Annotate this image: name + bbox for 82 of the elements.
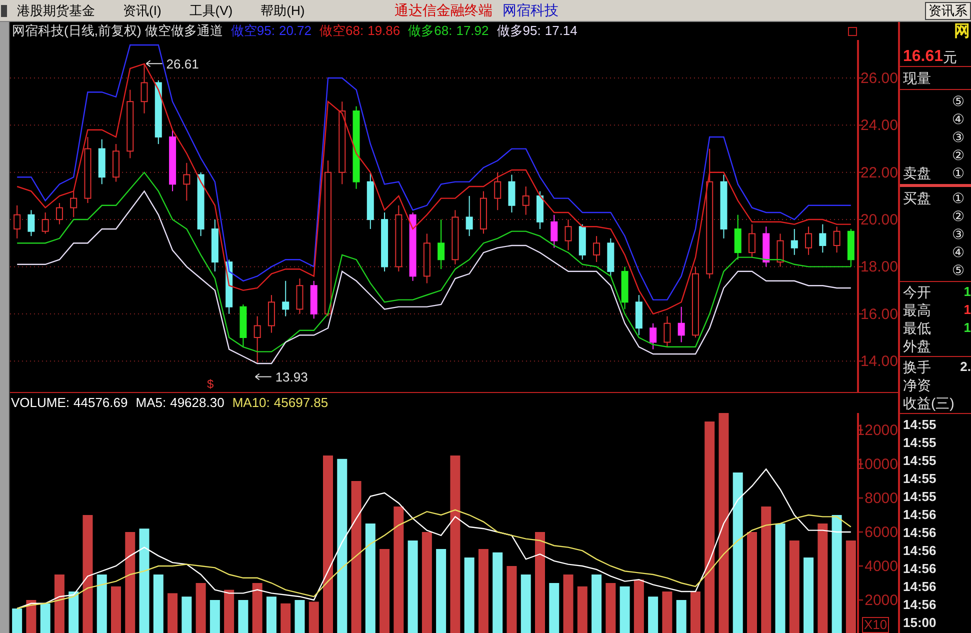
level-number: ③ [952, 225, 965, 243]
field-label: 最低 [903, 319, 931, 337]
trade-time: 14:56 [902, 506, 938, 524]
level-number: ③ [952, 128, 965, 146]
trade-time: 14:55 [902, 434, 938, 452]
stock-name: 网宿科技 [502, 1, 559, 20]
price-unit: 元 [943, 48, 958, 66]
legend-value: 49628.30 [170, 394, 224, 412]
level-number: ② [952, 207, 965, 225]
app-icon [1, 4, 7, 16]
axis-label: 6000 [864, 524, 898, 541]
news-button[interactable]: 资讯系 [925, 2, 971, 20]
trade-time: 14:56 [902, 596, 938, 614]
legend-label: VOLUME: [11, 394, 70, 412]
level-number: ① [952, 189, 965, 207]
trade-time: 14:56 [902, 542, 938, 560]
scale-label: X10 [862, 617, 890, 633]
axis-label: 12000 [856, 422, 898, 439]
menu-item[interactable]: 港股期货基金 [17, 0, 95, 20]
field-label: 现量 [903, 69, 931, 87]
trade-time: 14:56 [902, 578, 938, 596]
trade-time: 14:55 [902, 470, 938, 488]
legend-value: 17.92 [456, 22, 489, 40]
axis-label: 2000 [864, 592, 898, 609]
axis-label: 4000 [864, 558, 898, 575]
trade-time: 14:55 [902, 416, 938, 434]
field-label: 卖盘 [903, 164, 931, 182]
chart-title: 网宿科技(日线,前复权) 做空做多通道 [12, 22, 223, 40]
field-label: 收益(三) [903, 394, 954, 412]
legend-label: MA5: [136, 394, 166, 412]
axis-label: 26.00 [860, 70, 898, 87]
field-value: 1 [964, 283, 971, 301]
axis-label: 16.00 [860, 306, 898, 323]
field-label: 最高 [903, 301, 931, 319]
axis-label: 24.00 [860, 117, 898, 134]
field-label: 净资 [903, 376, 931, 394]
legend-value: 45697.85 [274, 394, 328, 412]
axis-label: 18.00 [860, 258, 898, 276]
field-label: 今开 [903, 283, 931, 301]
signal-mark: $ [207, 378, 214, 390]
legend-value: 44576.69 [74, 394, 128, 412]
legend-label: MA10: [232, 394, 270, 412]
trade-time: 14:55 [902, 452, 938, 470]
level-number: ④ [952, 110, 965, 128]
level-number: ⑤ [952, 261, 965, 279]
app-title: 通达信金融终端 [394, 1, 493, 20]
level-number: ④ [952, 243, 965, 261]
legend-value: 17.14 [544, 22, 578, 40]
low-price-label: 13.93 [254, 370, 308, 385]
price-value: 16.61 [903, 48, 944, 66]
level-number: ① [952, 164, 965, 182]
legend-label: 做多95: [496, 22, 541, 40]
legend-value: 19.86 [368, 22, 400, 40]
field-value: 1 [964, 301, 971, 319]
field-label: 买盘 [903, 189, 931, 207]
trade-time: 14:56 [902, 524, 938, 542]
axis-label: 22.00 [860, 164, 898, 182]
axis-label: 14.00 [860, 353, 898, 370]
annotation: 13.93 [275, 370, 308, 385]
trade-time: 15:00 [902, 614, 938, 632]
field-label: 外盘 [903, 337, 931, 355]
field-value: 2. [960, 358, 971, 376]
menu-item[interactable]: 资讯(I) [123, 0, 162, 20]
annotation: 26.61 [166, 56, 199, 72]
legend-value: 20.72 [278, 22, 312, 40]
trade-time: 14:56 [902, 560, 938, 578]
menu-item[interactable]: 帮助(H) [260, 0, 305, 20]
field-value: 1 [964, 319, 971, 337]
high-price-label: 26.61 [146, 56, 199, 72]
level-number: ② [952, 146, 965, 164]
axis-label: 8000 [864, 490, 898, 507]
axis-label: 20.00 [860, 212, 898, 229]
logo-text: 网 [953, 22, 971, 42]
legend-label: 做多68: [408, 22, 452, 40]
legend-label: 做空95: [230, 22, 275, 40]
menu-item[interactable]: 工具(V) [189, 0, 233, 20]
legend-label: 做空68: [320, 22, 364, 40]
level-number: ⑤ [952, 92, 965, 110]
box-icon [848, 27, 857, 36]
axis-label: 10000 [856, 456, 898, 473]
trade-time: 14:55 [902, 488, 938, 506]
field-label: 换手 [903, 358, 931, 376]
